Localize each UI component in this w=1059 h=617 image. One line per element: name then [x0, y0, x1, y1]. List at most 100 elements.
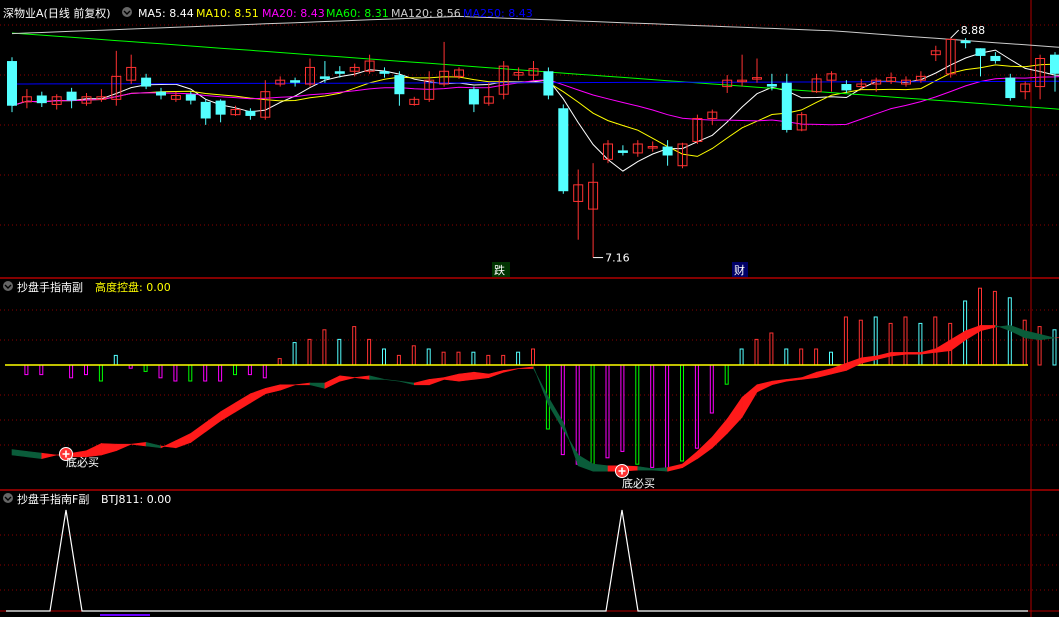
band-segment	[309, 382, 326, 389]
event-badge-1[interactable]: 跌	[494, 263, 505, 277]
band-segment	[995, 324, 1011, 332]
band-segment	[741, 384, 758, 419]
candle-body	[379, 71, 390, 74]
btj-line	[6, 509, 1028, 612]
sub1-title-bar: 抄盘手指南副 高度控盘: 0.00	[3, 280, 171, 294]
chevron-down-icon[interactable]	[3, 281, 13, 291]
band-segment	[116, 443, 132, 452]
band-segment	[428, 377, 445, 386]
band-segment	[711, 418, 728, 449]
candle-body	[141, 77, 152, 87]
histogram-bar	[605, 364, 610, 459]
band-segment	[160, 440, 177, 449]
band-segment	[145, 442, 162, 449]
histogram-bar	[635, 364, 640, 465]
histogram-bar	[650, 364, 655, 468]
band-segment	[279, 384, 296, 391]
histogram-bar	[292, 342, 297, 366]
histogram-bar	[620, 364, 625, 452]
histogram-bar	[441, 351, 446, 366]
ma5-label: MA5: 8.44	[138, 7, 194, 20]
band-segment	[264, 384, 281, 395]
band-segment	[354, 375, 370, 380]
band-segment	[413, 379, 430, 386]
moving-average-lines	[11, 15, 1059, 172]
histogram-bar	[396, 354, 401, 366]
ma120-line	[11, 15, 1059, 48]
chevron-down-icon[interactable]	[122, 7, 132, 17]
band-segment	[935, 339, 952, 353]
ma10-line	[11, 63, 1059, 157]
band-segment	[786, 377, 803, 382]
band-segment	[220, 402, 236, 422]
band-segment	[756, 380, 773, 393]
histogram-bar	[754, 338, 759, 366]
band-segment	[473, 371, 490, 380]
histogram-bar	[352, 326, 357, 366]
band-segment	[339, 375, 355, 382]
band-segment	[250, 387, 266, 404]
histogram-bar	[694, 364, 699, 449]
histogram-bar	[98, 364, 103, 382]
band-series	[11, 324, 1059, 472]
ma10-label: MA10: 8.51	[196, 7, 259, 20]
band-segment	[488, 370, 505, 379]
histogram-bar	[560, 364, 565, 456]
band-segment	[592, 463, 609, 472]
histogram-bar	[769, 332, 774, 366]
candle-body	[290, 80, 301, 83]
band-segment	[101, 443, 117, 456]
sub2-title-bar: 抄盘手指南F副 BTJ811: 0.00	[3, 492, 171, 506]
candle-body	[245, 110, 256, 116]
histogram-bar	[367, 338, 372, 366]
histogram-bar	[262, 364, 267, 379]
band-segment	[41, 452, 57, 459]
candle-body	[766, 84, 777, 87]
low-marker: 7.16	[605, 252, 630, 265]
band-segment	[905, 352, 922, 355]
histogram-bar	[903, 316, 908, 366]
event-badge-2[interactable]: 财	[734, 263, 745, 277]
main-title-bar: 深物业A(日线 前复权) MA5: 8.44 MA10: 8.51 MA20: …	[3, 6, 533, 20]
ma60-label: MA60: 8.31	[326, 7, 389, 20]
histogram-bar	[724, 364, 729, 385]
histogram-bar	[709, 364, 714, 414]
candle-body	[156, 91, 166, 96]
candle-body	[215, 100, 226, 115]
band-segment	[801, 371, 817, 380]
stock-title: 深物业A(日线 前复权)	[3, 6, 111, 20]
band-segment	[518, 366, 534, 369]
histogram-bar	[456, 351, 461, 366]
histogram-bar	[173, 364, 178, 382]
candle-body	[558, 108, 569, 192]
band-segment	[369, 375, 385, 380]
btj-series	[6, 509, 1028, 616]
band-segment	[443, 373, 460, 382]
histogram-bar	[322, 329, 327, 366]
histogram-bar	[39, 364, 44, 376]
histogram-bar	[426, 348, 431, 366]
band-segment	[190, 422, 206, 443]
histogram-bar	[992, 290, 997, 366]
chart-canvas: 8.88 7.16 跌 财 深物业A(日线 前复权) MA5: 8.44 MA1…	[0, 0, 1059, 617]
band-segment	[503, 368, 519, 373]
candle-body	[990, 55, 1001, 62]
candle-body	[319, 76, 330, 79]
chevron-down-icon[interactable]	[3, 493, 13, 503]
buy-signal-2-label: 底必买	[622, 476, 655, 490]
ma20-label: MA20: 8.43	[262, 7, 325, 20]
candle-body	[36, 95, 47, 104]
band-segment	[324, 375, 341, 389]
band-segment	[131, 442, 147, 447]
candle-body	[394, 75, 405, 95]
histogram-bar	[665, 364, 670, 472]
sub1-title: 抄盘手指南副	[17, 280, 83, 294]
high-marker: 8.88	[961, 24, 986, 37]
candle-body	[334, 71, 345, 74]
candle-body	[185, 94, 196, 101]
band-segment	[846, 357, 862, 371]
histogram-bar	[1037, 326, 1042, 366]
histogram-bar	[411, 345, 416, 366]
sub2-value: BTJ811: 0.00	[101, 493, 171, 506]
histogram-bar	[933, 316, 938, 366]
